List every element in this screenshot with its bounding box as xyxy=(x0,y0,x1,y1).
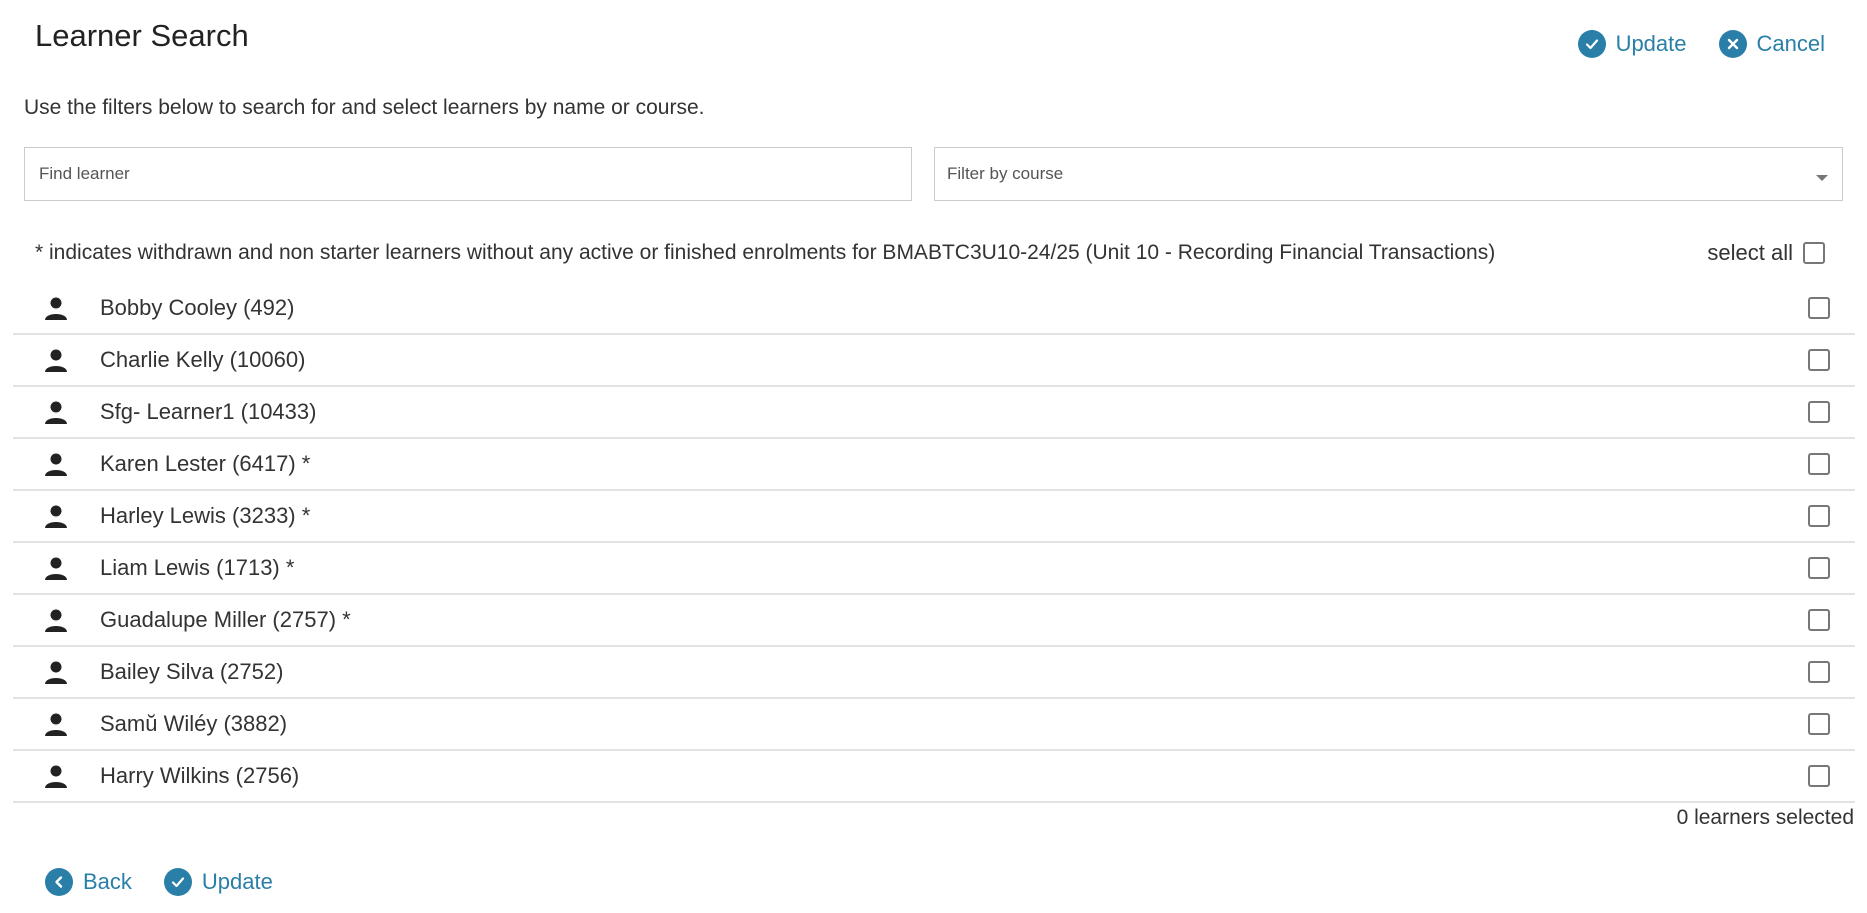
filters: Filter by course xyxy=(24,147,1843,201)
selected-count: 0 learners selected xyxy=(1676,806,1854,829)
check-circle-icon xyxy=(163,868,192,896)
learner-name: Harry Wilkins (2756) xyxy=(100,763,300,788)
cancel-button[interactable]: Cancel xyxy=(1718,30,1825,58)
learner-name: Guadalupe Miller (2757) * xyxy=(100,607,351,632)
learner-name: Liam Lewis (1713) * xyxy=(100,555,295,580)
intro-text: Use the filters below to search for and … xyxy=(24,96,705,119)
learner-name: Karen Lester (6417) * xyxy=(100,451,311,476)
person-icon xyxy=(45,765,67,788)
learner-checkbox[interactable] xyxy=(1808,297,1830,319)
learner-row: Harley Lewis (3233) * xyxy=(13,491,1855,543)
person-icon xyxy=(45,453,67,476)
learner-row: Sfg- Learner1 (10433) xyxy=(13,387,1855,439)
page-title: Learner Search xyxy=(35,18,249,53)
person-icon xyxy=(45,505,67,528)
person-icon xyxy=(45,349,67,372)
learner-checkbox[interactable] xyxy=(1808,557,1830,579)
chevron-down-icon xyxy=(1816,175,1828,181)
learner-row: Samŭ Wiléy (3882) xyxy=(13,699,1855,751)
learner-name: Harley Lewis (3233) * xyxy=(100,503,311,528)
learner-row: Charlie Kelly (10060) xyxy=(13,335,1855,387)
course-filter-placeholder: Filter by course xyxy=(947,164,1064,183)
course-filter-select[interactable]: Filter by course xyxy=(934,147,1843,201)
learner-name: Sfg- Learner1 (10433) xyxy=(100,399,317,424)
learner-row: Bailey Silva (2752) xyxy=(13,647,1855,699)
update-label: Update xyxy=(201,869,273,894)
back-button[interactable]: Back xyxy=(45,868,132,896)
learner-checkbox[interactable] xyxy=(1808,609,1830,631)
person-icon xyxy=(45,401,67,424)
learner-list: Bobby Cooley (492) Charlie Kelly (10060) S… xyxy=(13,283,1855,803)
person-icon xyxy=(45,557,67,580)
chevron-left-circle-icon xyxy=(45,868,73,896)
footer-actions: Back Update xyxy=(45,868,273,896)
person-icon xyxy=(45,297,67,320)
update-button[interactable]: Update xyxy=(1577,30,1687,58)
cancel-label: Cancel xyxy=(1756,31,1825,56)
learner-name: Bailey Silva (2752) xyxy=(100,659,284,684)
close-circle-icon xyxy=(1718,30,1747,58)
learner-name: Charlie Kelly (10060) xyxy=(100,347,306,372)
learner-checkbox[interactable] xyxy=(1808,661,1830,683)
check-circle-icon xyxy=(1577,30,1606,58)
find-learner-field[interactable] xyxy=(24,147,912,201)
withdrawn-note: * indicates withdrawn and non starter le… xyxy=(35,241,1496,264)
learner-checkbox[interactable] xyxy=(1808,713,1830,735)
learner-checkbox[interactable] xyxy=(1808,765,1830,787)
person-icon xyxy=(45,609,67,632)
select-all-checkbox[interactable] xyxy=(1803,242,1825,264)
learner-checkbox[interactable] xyxy=(1808,349,1830,371)
header-actions: Update Cancel xyxy=(1577,30,1825,58)
update-label: Update xyxy=(1615,31,1687,56)
learner-name: Bobby Cooley (492) xyxy=(100,295,295,320)
select-all[interactable]: select all xyxy=(1707,240,1825,266)
learner-checkbox[interactable] xyxy=(1808,453,1830,475)
note-row: * indicates withdrawn and non starter le… xyxy=(35,240,1825,266)
learner-checkbox[interactable] xyxy=(1808,401,1830,423)
learner-checkbox[interactable] xyxy=(1808,505,1830,527)
learner-row: Karen Lester (6417) * xyxy=(13,439,1855,491)
person-icon xyxy=(45,713,67,736)
learner-row: Guadalupe Miller (2757) * xyxy=(13,595,1855,647)
find-learner-input[interactable] xyxy=(37,163,899,185)
learner-name: Samŭ Wiléy (3882) xyxy=(100,711,288,736)
person-icon xyxy=(45,661,67,684)
learner-row: Harry Wilkins (2756) xyxy=(13,751,1855,803)
learner-row: Bobby Cooley (492) xyxy=(13,283,1855,335)
back-label: Back xyxy=(83,869,132,894)
learner-row: Liam Lewis (1713) * xyxy=(13,543,1855,595)
select-all-label: select all xyxy=(1707,240,1793,265)
update-button-footer[interactable]: Update xyxy=(163,868,273,896)
